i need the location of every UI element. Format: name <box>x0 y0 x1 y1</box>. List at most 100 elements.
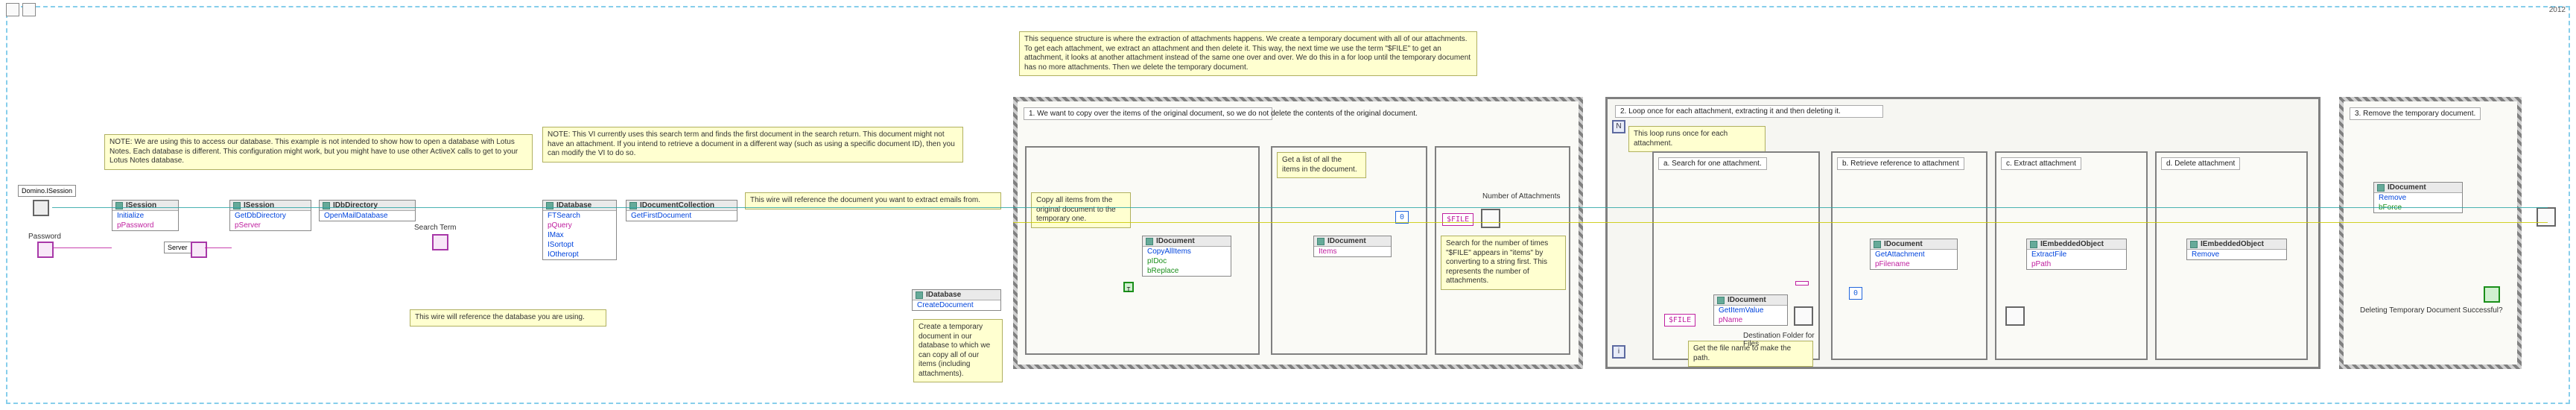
session-ref-terminal <box>33 200 49 216</box>
param1: pIDoc <box>1143 256 1231 266</box>
hdr: IDatabase <box>926 291 961 299</box>
bool-indicator <box>2484 286 2500 303</box>
activex-icon <box>629 202 637 209</box>
hdr: IDatabase <box>556 201 591 209</box>
close-ref-icon <box>2537 207 2556 227</box>
wire-ref <box>52 207 1013 208</box>
activex-icon <box>916 291 923 299</box>
search-term-terminal <box>432 234 448 250</box>
title-d: d. Delete attachment <box>2161 157 2240 170</box>
hdr: ISession <box>126 201 156 209</box>
activex-icon <box>2030 241 2037 248</box>
sfile-const: $FILE <box>1442 213 1473 226</box>
param: pPath <box>2027 259 2126 269</box>
note-open-db: NOTE: We are using this to access our da… <box>104 134 533 170</box>
idocument-getattach-node[interactable]: IDocument GetAttachment pFilename <box>1870 239 1958 270</box>
activex-icon <box>546 202 553 209</box>
seq-remove: 3. Remove the temporary document. IDocum… <box>2339 97 2522 369</box>
sfile-const-2: $FILE <box>1664 314 1695 327</box>
loop-i: i <box>1612 345 1625 359</box>
method: FTSearch <box>543 211 616 221</box>
hdr: IDocument <box>1728 296 1766 304</box>
method: OpenMailDatabase <box>320 211 415 221</box>
method: GetDbDirectory <box>230 211 311 221</box>
idocument-items-node[interactable]: IDocument Items <box>1313 236 1392 257</box>
num-attach-label: Number of Attachments <box>1482 192 1561 201</box>
server-terminal <box>191 242 207 258</box>
toolbar <box>4 3 37 16</box>
param: pPassword <box>112 221 178 230</box>
hdr: ISession <box>244 201 274 209</box>
isession-initialize-node[interactable]: ISession Initialize pPassword <box>112 200 179 231</box>
idocument-remove-node[interactable]: IDocument Remove bForce <box>2373 182 2463 213</box>
seq-d: d. Delete attachment IEmbeddedObject Rem… <box>2155 151 2308 360</box>
subvi-search-icon <box>1481 209 1500 228</box>
wire-pw <box>54 247 112 248</box>
title-copy: 1. We want to copy over the items of the… <box>1024 107 1272 120</box>
method: GetAttachment <box>1871 250 1957 259</box>
empty-str-array <box>1795 281 1809 286</box>
note-get-items: Get a list of all the items in the docum… <box>1277 152 1366 178</box>
hdr: IDocument <box>1327 237 1366 245</box>
context-help-icon[interactable] <box>6 3 19 16</box>
iembed-extract-node[interactable]: IEmbeddedObject ExtractFile pPath <box>2026 239 2127 270</box>
param: pQuery <box>543 221 616 230</box>
param: pName <box>1714 315 1787 325</box>
param3: ISortopt <box>543 240 616 250</box>
method: CopyAllItems <box>1143 247 1231 256</box>
activex-icon <box>1317 238 1325 245</box>
title-c: c. Extract attachment <box>2001 157 2081 170</box>
param4: IOtheropt <box>543 250 616 259</box>
activex-icon <box>2377 184 2385 192</box>
bool-const-true: T <box>1123 282 1134 292</box>
idoccoll-getfirst-node[interactable]: IDocumentCollection GetFirstDocument <box>626 200 737 221</box>
seq-a: a. Search for one attachment. $FILE IDoc… <box>1652 151 1820 360</box>
title-b: b. Retrieve reference to attachment <box>1837 157 1964 170</box>
hdr: IDocument <box>2388 183 2426 192</box>
wire-server <box>205 247 232 248</box>
seq-copy-items: Copy all items from the original documen… <box>1025 146 1260 355</box>
variant-to-data-icon <box>1794 306 1813 326</box>
loop-N: N <box>1612 120 1625 133</box>
param2: bReplace <box>1143 266 1231 276</box>
activex-icon <box>2190 241 2198 248</box>
activex-icon <box>1874 241 1881 248</box>
hdr: IDocument <box>1156 237 1195 245</box>
server-label: Server <box>164 242 191 253</box>
isession-getdbdir-node[interactable]: ISession GetDbDirectory pServer <box>229 200 311 231</box>
seq-count-attach: $FILE Number of Attachments Search for t… <box>1435 146 1570 355</box>
index-0: 0 <box>1849 287 1862 300</box>
idatabase-createdoc-node[interactable]: IDatabase CreateDocument <box>912 289 1001 311</box>
method: Remove <box>2187 250 2286 259</box>
param: pServer <box>230 221 311 230</box>
method: GetFirstDocument <box>626 211 737 221</box>
iembed-remove-node[interactable]: IEmbeddedObject Remove <box>2186 239 2287 260</box>
idatabase-ftsearch-node[interactable]: IDatabase FTSearch pQuery IMax ISortopt … <box>542 200 617 260</box>
for-loop: 2. Loop once for each attachment, extrac… <box>1605 97 2320 369</box>
param2: IMax <box>543 230 616 240</box>
method: CreateDocument <box>913 300 1000 310</box>
activex-icon <box>233 202 241 209</box>
param: pFilename <box>1871 259 1957 269</box>
grid-icon[interactable] <box>22 3 36 16</box>
sequence-main: 1. We want to copy over the items of the… <box>1013 97 1583 369</box>
note-search: NOTE: This VI currently uses this search… <box>542 127 963 163</box>
seq-b: b. Retrieve reference to attachment IDoc… <box>1831 151 1987 360</box>
dest-label: Destination Folder for Files <box>1743 332 1818 348</box>
hdr: IDocumentCollection <box>640 201 714 209</box>
note-loop-inner: This loop runs once for each attachment. <box>1628 126 1766 152</box>
seq-get-items: Get a list of all the items in the docum… <box>1271 146 1427 355</box>
method: ExtractFile <box>2027 250 2126 259</box>
hdr: IDbDirectory <box>333 201 378 209</box>
note-temp-doc: Create a temporary document in our datab… <box>913 319 1003 382</box>
search-term-label: Search Term <box>414 224 457 232</box>
idocument-copyall-node[interactable]: IDocument CopyAllItems pIDoc bReplace <box>1142 236 1231 277</box>
idbdir-openmail-node[interactable]: IDbDirectory OpenMailDatabase <box>319 200 416 221</box>
seq-c: c. Extract attachment IEmbeddedObject Ex… <box>1995 151 2148 360</box>
note-wire-db: This wire will reference the database yo… <box>410 309 606 327</box>
method: Initialize <box>112 211 178 221</box>
hdr: IEmbeddedObject <box>2040 240 2104 248</box>
password-terminal <box>37 242 54 258</box>
activex-icon <box>115 202 123 209</box>
idocument-getitemval-node[interactable]: IDocument GetItemValue pName <box>1713 294 1788 326</box>
